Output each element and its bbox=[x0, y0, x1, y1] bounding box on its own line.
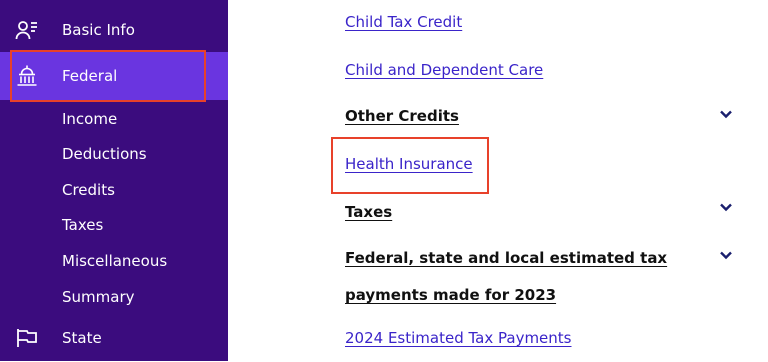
nav-federal[interactable]: Federal bbox=[0, 52, 228, 100]
chevron-down-icon[interactable] bbox=[718, 247, 734, 263]
child-dependent-care-link[interactable]: Child and Dependent Care bbox=[345, 60, 543, 80]
nav-sub-miscellaneous[interactable]: Miscellaneous bbox=[62, 251, 167, 271]
chevron-down-icon[interactable] bbox=[718, 106, 734, 122]
nav-state-label: State bbox=[62, 329, 102, 347]
child-tax-credit-link[interactable]: Child Tax Credit bbox=[345, 12, 462, 32]
estimated-tax-section[interactable]: Federal, state and local estimated tax p… bbox=[345, 240, 667, 314]
main-content: Child Tax Credit Child and Dependent Car… bbox=[228, 0, 768, 361]
nav-sub-summary[interactable]: Summary bbox=[62, 287, 135, 307]
other-credits-section[interactable]: Other Credits bbox=[345, 98, 459, 135]
estimated-tax-line1: Federal, state and local estimated tax bbox=[345, 249, 668, 267]
taxes-section[interactable]: Taxes bbox=[345, 194, 392, 231]
estimated-payments-2024-link[interactable]: 2024 Estimated Tax Payments bbox=[345, 328, 572, 348]
nav-sub-income[interactable]: Income bbox=[62, 109, 117, 129]
health-insurance-link[interactable]: Health Insurance bbox=[345, 154, 473, 174]
capitol-building-icon bbox=[14, 63, 40, 89]
nav-federal-label: Federal bbox=[62, 67, 118, 85]
nav-sub-taxes[interactable]: Taxes bbox=[62, 215, 103, 235]
person-list-icon bbox=[14, 17, 40, 43]
nav-state[interactable]: State bbox=[0, 314, 228, 362]
nav-sub-deductions[interactable]: Deductions bbox=[62, 144, 147, 164]
nav-basic-info[interactable]: Basic Info bbox=[0, 6, 228, 54]
sidebar: Basic Info Federal Income Deductions Cre… bbox=[0, 0, 228, 361]
state-flag-icon bbox=[14, 325, 40, 351]
estimated-tax-line2: payments made for 2023 bbox=[345, 286, 557, 304]
nav-basic-info-label: Basic Info bbox=[62, 21, 135, 39]
chevron-down-icon[interactable] bbox=[718, 199, 734, 215]
nav-sub-credits[interactable]: Credits bbox=[62, 180, 115, 200]
